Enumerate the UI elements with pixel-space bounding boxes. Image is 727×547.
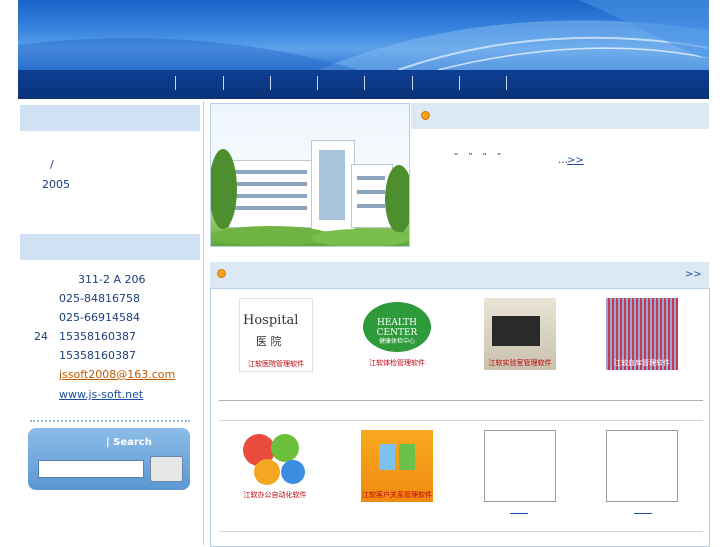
- contact-header: [20, 234, 200, 260]
- nav-separator: [412, 76, 413, 90]
- products-grid: Hospital 医 院 江软医院管理软件 HEALTH CENTER 健康体检…: [210, 288, 710, 547]
- product-health-cn: 健康体检中心: [378, 338, 415, 345]
- contact-phone-2: 025-66914584: [59, 311, 140, 324]
- product-health-center[interactable]: HEALTH CENTER 健康体检中心 江软体检管理软件: [361, 298, 433, 370]
- product-caption: 江软体检管理软件: [369, 359, 425, 367]
- contact-email-row: jssoft2008@163.com: [59, 368, 175, 381]
- product-lab[interactable]: 江软实验室管理软件: [484, 298, 556, 370]
- intro-snippet: “ ” “ ”: [454, 152, 502, 161]
- product-placeholder[interactable]: [606, 430, 678, 502]
- company-intro-year: 2005: [42, 178, 70, 191]
- company-building-photo: [210, 103, 410, 247]
- product-crm[interactable]: 江软客户关系管理软件: [361, 430, 433, 502]
- banner-wave-graphic: [18, 0, 709, 70]
- product-caption: 江软实验室管理软件: [488, 359, 552, 367]
- row-divider: [219, 400, 703, 401]
- intro-header: [411, 103, 709, 129]
- nav-separator: [506, 76, 507, 90]
- lab-equipment-image: [492, 316, 540, 346]
- contact-website-row: www.js-soft.net: [59, 388, 143, 401]
- contact-email-link[interactable]: jssoft2008@163.com: [59, 368, 175, 381]
- product-placeholder[interactable]: [484, 430, 556, 502]
- nav-separator: [223, 76, 224, 90]
- main-nav-bar: [18, 70, 709, 99]
- header-banner: [18, 0, 709, 70]
- nav-separator: [270, 76, 271, 90]
- row-divider: [219, 531, 703, 532]
- nav-separator: [459, 76, 460, 90]
- contact-mobile-2: 15358160387: [59, 349, 136, 362]
- search-button[interactable]: [150, 456, 183, 482]
- product-caption: 江软血库管理软件: [614, 359, 670, 367]
- product-caption: 江软办公自动化软件: [243, 491, 307, 499]
- product-office-automation[interactable]: 江软办公自动化软件: [239, 430, 311, 502]
- header-bullet-icon: [217, 269, 226, 278]
- gears-graphic: [243, 434, 305, 485]
- product-hospital[interactable]: Hospital 医 院 江软医院管理软件: [239, 298, 313, 372]
- contact-website-link[interactable]: www.js-soft.net: [59, 388, 143, 401]
- row-divider: [219, 420, 703, 421]
- sidebar-dotted-divider: [30, 420, 190, 422]
- company-intro-slash: /: [50, 158, 54, 171]
- product-health-title: HEALTH CENTER: [376, 318, 418, 338]
- product-link-underline[interactable]: [510, 513, 528, 514]
- search-panel: | Search: [28, 428, 190, 490]
- product-link-underline[interactable]: [634, 513, 652, 514]
- company-intro-header: [20, 105, 200, 131]
- nav-separator: [317, 76, 318, 90]
- crm-figure: [399, 444, 415, 470]
- search-label: | Search: [106, 437, 152, 448]
- product-blood-bank[interactable]: 江软血库管理软件: [606, 298, 678, 370]
- contact-mobile-1: 15358160387: [59, 330, 136, 343]
- products-more-link[interactable]: >>: [685, 269, 702, 280]
- product-hospital-title: Hospital: [243, 313, 299, 328]
- contact-address: 311-2 A 206: [78, 273, 146, 286]
- photo-trees-graphic: [211, 149, 409, 246]
- product-hospital-cn: 医 院: [256, 335, 282, 348]
- intro-more-link[interactable]: >>: [567, 155, 584, 166]
- contact-hours-label: 24: [34, 330, 48, 343]
- nav-separator: [175, 76, 176, 90]
- product-caption: 江软客户关系管理软件: [362, 491, 432, 499]
- contact-phone-1: 025-84816758: [59, 292, 140, 305]
- nav-separator: [364, 76, 365, 90]
- products-header: >>: [210, 262, 709, 288]
- search-input[interactable]: [38, 460, 144, 478]
- header-bullet-icon: [421, 111, 430, 120]
- product-caption: 江软医院管理软件: [248, 360, 304, 368]
- crm-figure: [379, 444, 395, 470]
- page: / 2005 311-2 A 206 025-84816758 025-6691…: [18, 0, 710, 547]
